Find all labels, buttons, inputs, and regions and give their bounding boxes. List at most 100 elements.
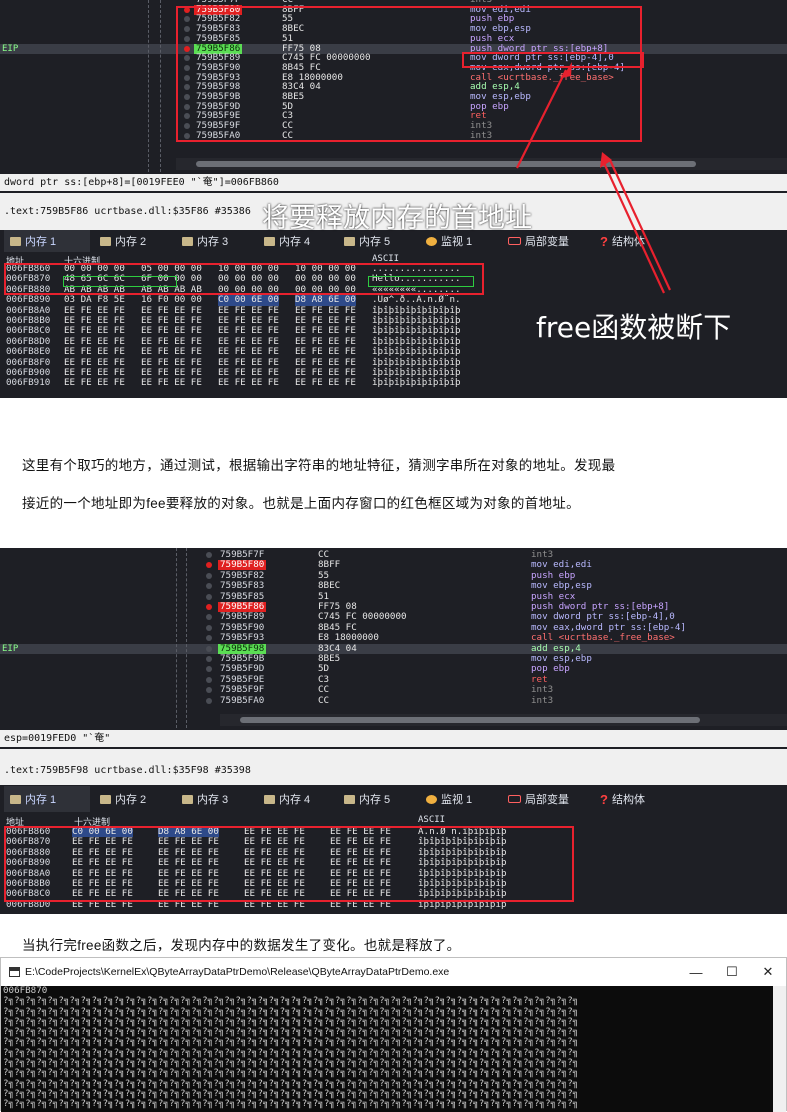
disassembly-pane[interactable]: 759B5F7FCCint3759B5F808BFFmov edi,edi759… [0,548,787,728]
info-line-address: .text:759B5F98 ucrtbase.dll:$35F98 #3539… [0,749,787,785]
jump-arrow-line [186,548,187,728]
breakpoint-slot-icon[interactable] [206,676,212,683]
breakpoint-icon[interactable] [206,604,212,610]
instruction-bytes: CC [318,694,330,706]
tab-4[interactable]: 内存 4 [258,786,328,812]
disasm-row[interactable]: EIP 759B5F98 83C4 04 add esp,4 [0,643,787,654]
explanation-paragraph-1b: 接近的一个地址即为fee要释放的对象。也就是上面内存窗口的红色框区域为对象的首地… [22,496,580,511]
struct-icon: ? [600,791,608,807]
memory-icon [344,794,355,804]
tab-2[interactable]: 内存 2 [94,786,162,812]
tab-label: 内存 5 [359,794,391,806]
instruction-text: int3 [531,684,554,696]
minimize-button[interactable]: — [678,958,714,986]
breakpoint-slot-icon[interactable] [206,624,212,631]
console-scrollbar[interactable] [773,986,786,1112]
breakpoint-icon[interactable] [206,562,212,569]
instruction-bytes: 5D [318,663,330,675]
memory-icon [182,794,193,804]
console-title: E:\CodeProjects\KernelEx\QByteArrayDataP… [25,966,450,978]
instruction-address: 759B5F9D [220,663,265,675]
debugger-screenshot-1: 759B5F7FCCint3759B5F808BFFmov edi,edi759… [0,0,787,398]
disasm-row[interactable]: 759B5F80 8BFF mov edi,edi [0,559,787,571]
watch-icon [426,794,437,804]
console-window: E:\CodeProjects\KernelEx\QByteArrayDataP… [0,957,787,1112]
instruction-text: mov dword ptr ss:[ebp-4],0 [531,611,675,623]
annotation-text-free-break: free函数被断下 [536,311,732,344]
tab-6[interactable]: 监视 1 [420,786,492,812]
console-titlebar[interactable]: E:\CodeProjects\KernelEx\QByteArrayDataP… [1,958,786,986]
instruction-address: 759B5FA0 [220,694,265,706]
instruction-bytes: C745 FC 00000000 [318,611,407,623]
maximize-button[interactable]: ☐ [714,958,750,986]
disasm-row[interactable]: 759B5F7FCCint3 [0,550,787,560]
jump-arrow-line [176,548,177,728]
tab-label: 内存 2 [115,794,147,806]
tab-5[interactable]: 内存 5 [338,786,408,812]
scrollbar-thumb[interactable] [240,717,700,723]
disasm-row[interactable]: 759B5F9D 5D pop ebp [0,664,787,674]
instruction-text: pop ebp [531,663,570,675]
instruction-address: 759B5F9F [220,684,265,696]
breakpoint-slot-icon[interactable] [206,687,212,694]
disasm-row[interactable]: 759B5F9B 8BE5 mov esp,ebp [0,654,787,664]
locals-icon [508,795,521,803]
breakpoint-slot-icon[interactable] [206,572,212,579]
disasm-row[interactable]: 759B5F83 8BEC mov ebp,esp [0,581,787,591]
tab-label: 内存 1 [25,794,57,806]
breakpoint-slot-icon[interactable] [206,645,212,652]
tab-label: 内存 4 [279,794,311,806]
memory-icon [10,794,21,804]
disasm-row[interactable]: 759B5F89 C745 FC 00000000 mov dword ptr ss… [0,612,787,622]
instruction-address: 759B5F80 [218,559,267,571]
instruction-bytes: E8 18000000 [318,632,379,644]
console-output: 006FB870 ?╗?╗?╗?╗?╗?╗?╗?╗?╗?╗?╗?╗?╗?╗?╗?╗… [1,986,773,1112]
breakpoint-slot-icon[interactable] [206,697,212,704]
instruction-address: 759B5F89 [220,611,265,623]
annotation-red-box-memory [4,826,574,902]
breakpoint-slot-icon[interactable] [206,666,212,673]
breakpoint-slot-icon[interactable] [206,593,212,600]
tab-label: 结构体 [611,794,645,806]
breakpoint-slot-icon[interactable] [206,656,212,662]
memory-icon [100,794,111,804]
instruction-address: 759B5F83 [220,580,265,592]
explanation-paragraph-2: 当执行完free函数之后，发现内存中的数据发生了变化。也就是释放了。 [22,938,461,953]
instruction-text: mov edi,edi [531,559,592,571]
header-ascii: ASCII [418,815,446,825]
instruction-text: call <ucrtbase._free_base> [531,632,675,644]
debugger-screenshot-2: 759B5F7F CC int3 759B5F80 8BFF mov edi,edi 759… [0,548,787,914]
breakpoint-slot-icon[interactable] [206,614,212,621]
tab-7[interactable]: 局部变量 [502,786,578,812]
disasm-row[interactable]: 759B5F9F CC int3 [0,685,787,695]
breakpoint-slot-icon[interactable] [206,552,212,558]
memory-icon [264,794,275,804]
bottom-tab-bar: 内存 1 内存 2 内存 3 内存 4 内存 5 监视 1 局部变量? 结构体 [0,786,787,812]
eip-label: EIP [2,643,19,654]
disasm-row[interactable]: 759B5F9E C3 ret [0,674,787,685]
disasm-row[interactable]: 759B5FA0 CC int3 [0,694,787,706]
tab-label: 内存 3 [197,794,229,806]
console-line: ?╗?╗?╗?╗?╗?╗?╗?╗?╗?╗?╗?╗?╗?╗?╗?╗?╗?╗?╗?╗… [3,1098,579,1110]
explanation-paragraph-1: 这里有个取巧的地方，通过测试，根据输出字符串的地址特征，猜测字串所在对象的地址。… [22,458,616,473]
disasm-row[interactable]: 759B5F93 E8 18000000 call <ucrtbase._free_… [0,633,787,643]
instruction-address: 759B5F93 [220,632,265,644]
instruction-text: mov ebp,esp [531,580,592,592]
tab-8[interactable]: ? 结构体 [594,786,662,812]
console-app-icon [9,967,20,977]
instruction-bytes: 8BFF [318,559,341,571]
info-line-operand: esp=0019FED0 "`奄" [0,730,787,747]
instruction-text: int3 [531,694,554,706]
tab-1[interactable]: 内存 1 [4,786,90,812]
breakpoint-slot-icon[interactable] [206,583,212,590]
horizontal-scrollbar[interactable] [220,714,787,726]
instruction-bytes: CC [318,684,330,696]
tab-3[interactable]: 内存 3 [176,786,244,812]
tab-label: 监视 1 [441,794,473,806]
breakpoint-slot-icon[interactable] [206,635,212,642]
close-button[interactable]: ✕ [750,958,786,986]
annotation-text-first-address: 将要释放内存的首地址 [262,203,532,234]
disasm-row[interactable]: 759B5F82 55 push ebp [0,570,787,581]
instruction-bytes: 8BEC [318,580,341,592]
tab-label: 局部变量 [525,794,569,806]
